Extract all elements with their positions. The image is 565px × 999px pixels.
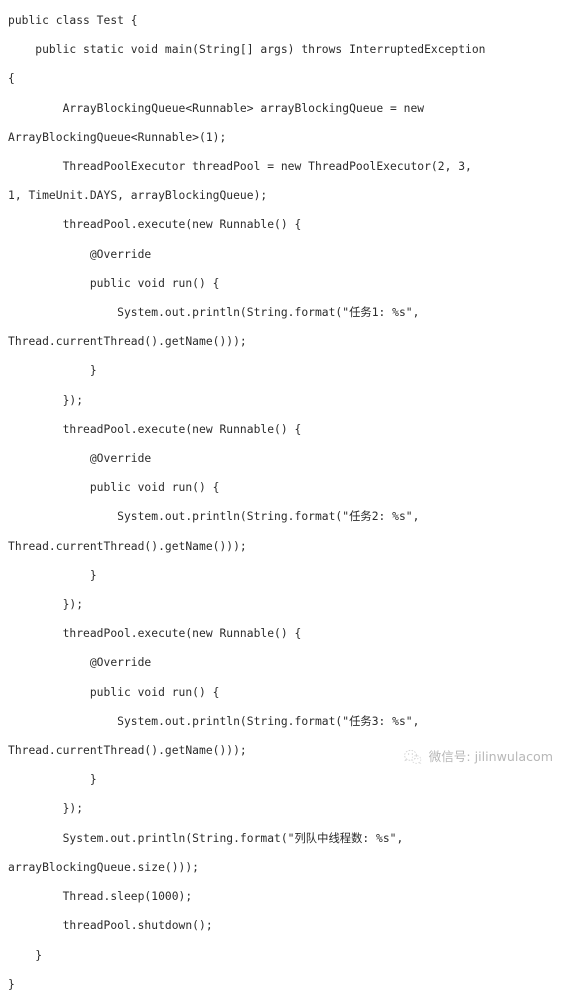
code-line: threadPool.execute(new Runnable() { [8, 627, 302, 641]
code-line: threadPool.shutdown(); [8, 919, 213, 933]
code-line: System.out.println(String.format("任务2: %… [8, 510, 420, 524]
code-line: arrayBlockingQueue.size())); [8, 860, 199, 874]
code-line: @Override [8, 452, 152, 466]
code-line: @Override [8, 656, 152, 670]
watermark-label: 微信号: jilinwulacom [428, 749, 553, 764]
code-line: public void run() { [8, 685, 220, 699]
code-line: }); [8, 802, 84, 816]
code-line: ArrayBlockingQueue<Runnable> arrayBlocki… [8, 101, 425, 115]
code-line: }); [8, 598, 84, 612]
code-line: @Override [8, 247, 152, 261]
code-line: } [8, 773, 97, 787]
code-line: public void run() { [8, 481, 220, 495]
code-line: threadPool.execute(new Runnable() { [8, 422, 302, 436]
code-line: 1, TimeUnit.DAYS, arrayBlockingQueue); [8, 189, 268, 203]
code-line: }); [8, 393, 84, 407]
code-line: threadPool.execute(new Runnable() { [8, 218, 302, 232]
wechat-icon [403, 748, 423, 766]
code-line: { [8, 72, 15, 86]
code-line: Thread.sleep(1000); [8, 890, 193, 904]
code-line: public class Test { [8, 14, 138, 27]
code-line: Thread.currentThread().getName())); [8, 335, 247, 349]
code-line: ThreadPoolExecutor threadPool = new Thre… [8, 160, 472, 174]
code-block: public class Test { public static void m… [0, 0, 565, 999]
code-line: } [8, 364, 97, 378]
code-line: System.out.println(String.format("列队中线程数… [8, 831, 404, 845]
code-line: } [8, 568, 97, 582]
wechat-watermark: 微信号: jilinwulacom [403, 748, 553, 766]
code-line: } [8, 948, 43, 962]
code-line: } [8, 977, 15, 991]
code-line: ArrayBlockingQueue<Runnable>(1); [8, 130, 227, 144]
code-line: System.out.println(String.format("任务1: %… [8, 306, 420, 320]
code-line: public void run() { [8, 276, 220, 290]
code-line: Thread.currentThread().getName())); [8, 539, 247, 553]
code-line: public static void main(String[] args) t… [8, 43, 486, 57]
code-line: System.out.println(String.format("任务3: %… [8, 714, 420, 728]
